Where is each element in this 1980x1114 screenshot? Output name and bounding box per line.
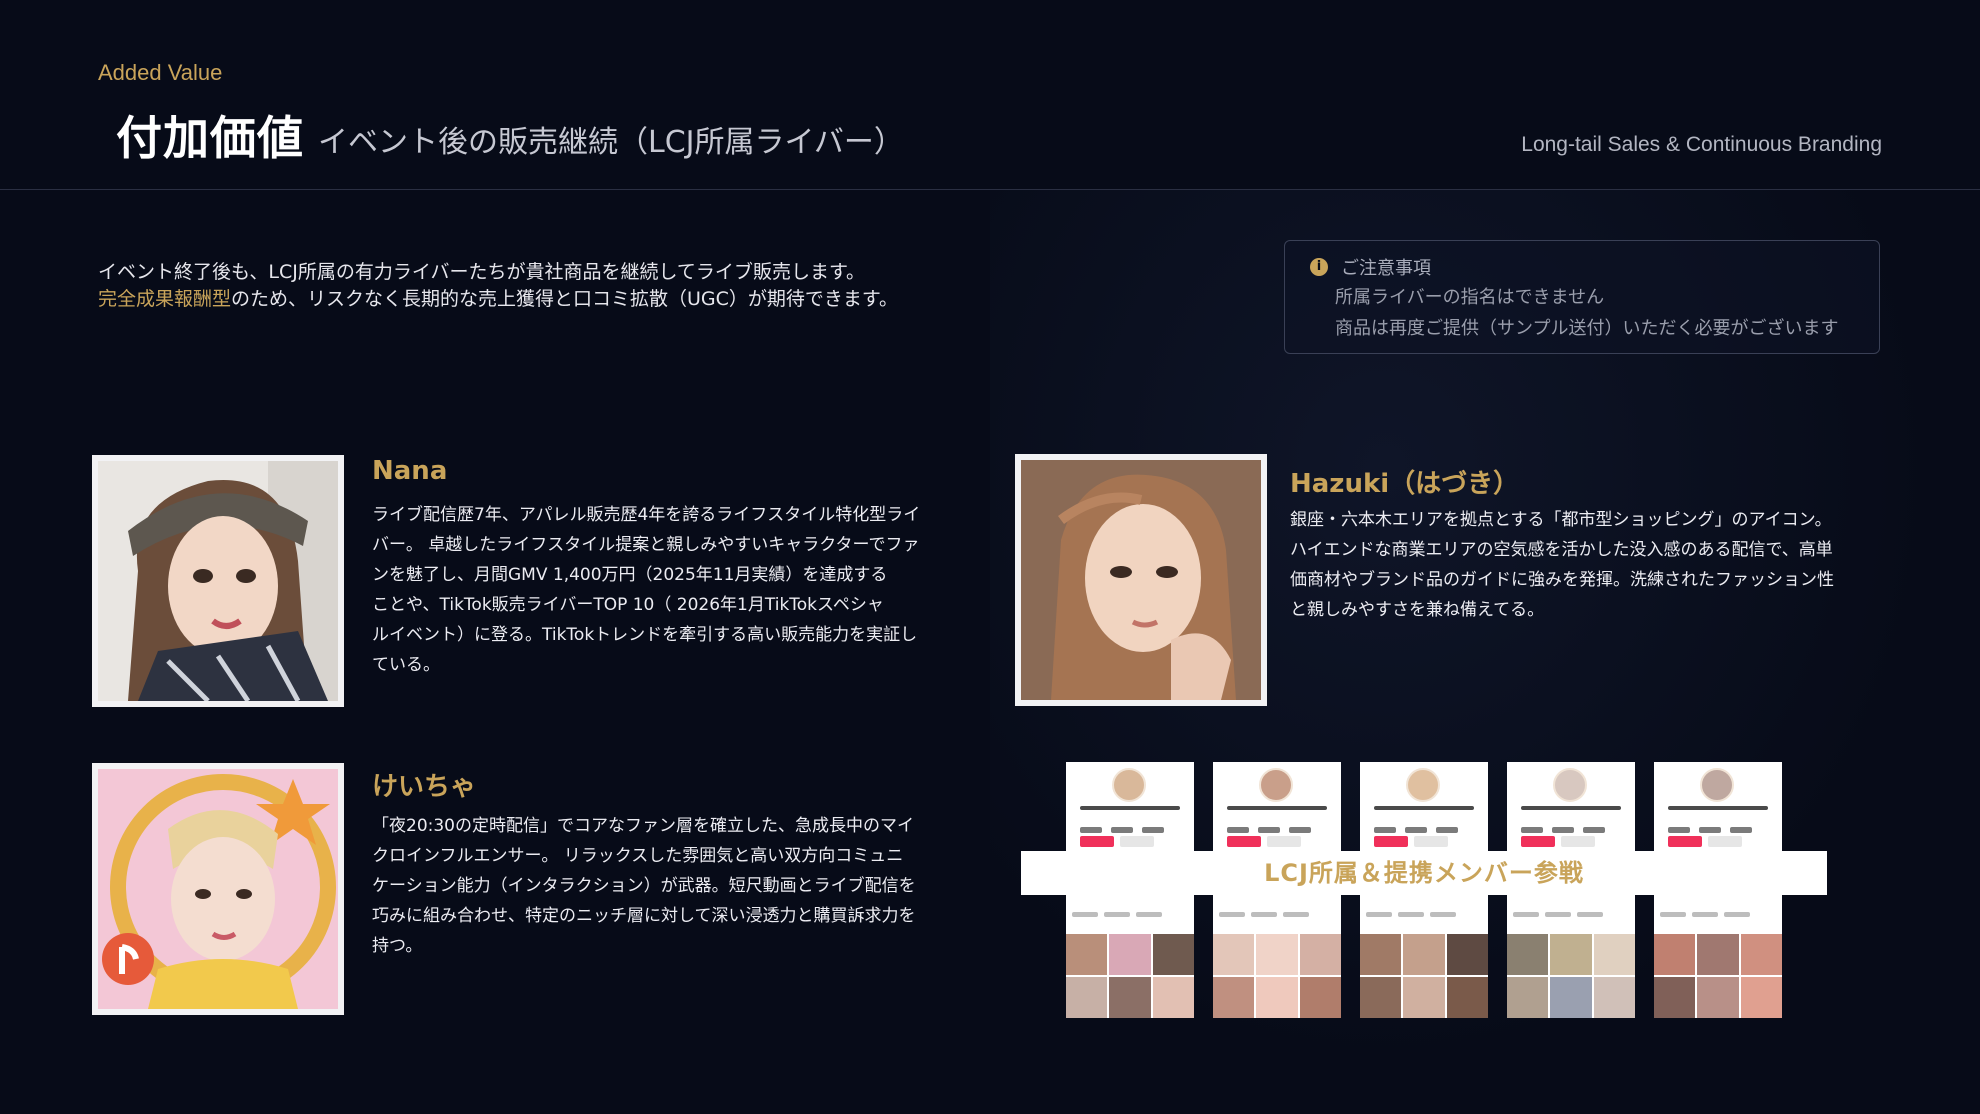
page-subtitle: イベント後の販売継続（LCJ所属ライバー） [318, 125, 904, 160]
video-grid [1066, 934, 1194, 1018]
nana-portrait [98, 461, 338, 701]
intro-line-1: イベント終了後も、LCJ所属の有力ライバーたちが貴社商品を継続してライブ販売しま… [98, 261, 866, 283]
intro-highlight: 完全成果報酬型 [98, 288, 232, 310]
avatar [1259, 768, 1293, 802]
profile-stats [1374, 818, 1474, 833]
liver-desc-nana: ライブ配信歴7年、アパレル販売歴4年を誇るライフスタイル特化型ライ バー。 卓越… [372, 500, 920, 680]
profile-nickname [1080, 806, 1180, 810]
profile-nickname [1374, 806, 1474, 810]
avatar [1700, 768, 1734, 802]
liver-name-nana: Nana [372, 456, 448, 486]
desc-line: ハイエンドな商業エリアの空気感を活かした没入感のある配信で、高単 [1290, 540, 1833, 560]
members-banner: LCJ所属＆提携メンバー参戦 [1021, 851, 1827, 895]
intro-line-2: 完全成果報酬型のため、リスクなく長期的な売上獲得と口コミ拡散（UGC）が期待でき… [98, 286, 898, 313]
desc-line: ことや、TikTok販売ライバーTOP 10（ 2026年1月TikTokスペシ… [372, 595, 884, 615]
liver-name-hazuki: Hazuki（はづき） [1290, 469, 1520, 499]
desc-line: ケーション能力（インタラクション）が武器。短尺動画とライブ配信を [372, 876, 916, 896]
header: Added Value 付加価値 イベント後の販売継続（LCJ所属ライバー） L… [0, 0, 1980, 190]
notice-title: ご注意事項 [1341, 258, 1431, 279]
notice-item: 商品は再度ご提供（サンプル送付）いただく必要がございます [1335, 318, 1839, 339]
video-grid [1213, 934, 1341, 1018]
intro-text: イベント終了後も、LCJ所属の有力ライバーたちが貴社商品を継続してライブ販売しま… [98, 259, 898, 313]
profile-tabs [1513, 902, 1629, 917]
desc-line: ている。 [372, 655, 440, 675]
profile-buttons [1668, 836, 1768, 848]
liver-desc-keicha: 「夜20:30の定時配信」でコアなファン層を確立した、急成長中のマイ クロインフ… [372, 811, 916, 961]
avatar [1406, 768, 1440, 802]
profile-stats [1521, 818, 1621, 833]
desc-line: クロインフルエンサー。 リラックスした雰囲気と高い双方向コミュニ [372, 846, 904, 866]
desc-line: ライブ配信歴7年、アパレル販売歴4年を誇るライフスタイル特化型ライ [372, 505, 921, 525]
profile-stats [1080, 818, 1180, 833]
profile-nickname [1668, 806, 1768, 810]
keicha-portrait [98, 769, 338, 1009]
profile-nickname [1521, 806, 1621, 810]
keicha-photo [92, 763, 344, 1015]
intro-line-2-rest: のため、リスクなく長期的な売上獲得と口コミ拡散（UGC）が期待できます。 [231, 288, 899, 310]
eyebrow-label: Added Value [98, 60, 223, 85]
hazuki-portrait [1021, 460, 1261, 700]
header-tagline: Long-tail Sales & Continuous Branding [1521, 133, 1882, 156]
profile-buttons [1374, 836, 1474, 848]
profile-nickname [1227, 806, 1327, 810]
notice-item: 所属ライバーの指名はできません [1335, 287, 1605, 308]
desc-line: ンを魅了し、月間GMV 1,400万円（2025年11月実績）を達成する [372, 565, 888, 585]
desc-line: 「夜20:30の定時配信」でコアなファン層を確立した、急成長中のマイ [372, 816, 914, 836]
page-title: 付加価値 [116, 111, 304, 165]
avatar [1112, 768, 1146, 802]
desc-line: 銀座・六本木エリアを拠点とする「都市型ショッピング」のアイコン。 [1290, 510, 1832, 530]
hazuki-photo [1015, 454, 1267, 706]
desc-line: 持つ。 [372, 936, 423, 956]
profile-tabs [1366, 902, 1482, 917]
desc-line: バー。 卓越したライフスタイル提案と親しみやすいキャラクターでファ [372, 535, 920, 555]
profile-stats [1668, 818, 1768, 833]
profile-stats [1227, 818, 1327, 833]
desc-line: 価商材やブランド品のガイドに強みを発揮。洗練されたファッション性 [1290, 570, 1834, 590]
profile-tabs [1660, 902, 1776, 917]
nana-photo [92, 455, 344, 707]
liver-name-keicha: けいちゃ [372, 772, 477, 802]
profile-buttons [1227, 836, 1327, 848]
avatar [1553, 768, 1587, 802]
liver-desc-hazuki: 銀座・六本木エリアを拠点とする「都市型ショッピング」のアイコン。 ハイエンドな商… [1290, 505, 1834, 625]
desc-line: ルイベント）に登る。TikTokトレンドを牽引する高い販売能力を実証し [372, 625, 918, 645]
video-grid [1360, 934, 1488, 1018]
profile-buttons [1080, 836, 1180, 848]
info-icon: i [1310, 258, 1328, 276]
profile-tabs [1219, 902, 1335, 917]
video-grid [1507, 934, 1635, 1018]
video-grid [1654, 934, 1782, 1018]
notice-box: i ご注意事項 所属ライバーの指名はできません 商品は再度ご提供（サンプル送付）… [1284, 240, 1880, 354]
profile-buttons [1521, 836, 1621, 848]
profile-tabs [1072, 902, 1188, 917]
desc-line: と親しみやすさを兼ね備えてる。 [1290, 600, 1545, 620]
desc-line: 巧みに組み合わせ、特定のニッチ層に対して深い浸透力と購買訴求力を [372, 906, 916, 926]
